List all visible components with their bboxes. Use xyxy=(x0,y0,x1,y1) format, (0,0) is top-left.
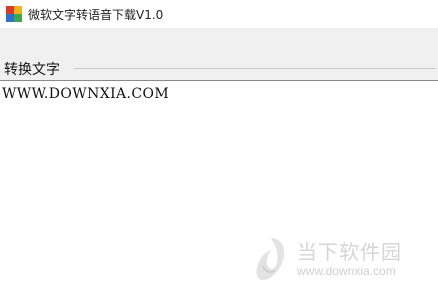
group-box-border xyxy=(74,68,436,69)
text-input-value[interactable]: WWW.DOWNXIA.COM xyxy=(2,86,169,102)
watermark-url: www.downxia.com xyxy=(297,264,396,278)
panel-divider xyxy=(0,80,438,81)
watermark: 当下软件园 www.downxia.com xyxy=(251,236,417,282)
downxia-logo-icon xyxy=(256,238,285,281)
app-icon xyxy=(6,6,22,22)
watermark-name: 当下软件园 xyxy=(297,240,402,264)
group-box-label: 转换文字 xyxy=(4,59,62,79)
window-title: 微软文字转语音下载V1.0 xyxy=(28,7,164,22)
header-panel xyxy=(0,28,438,81)
title-bar: 微软文字转语音下载V1.0 xyxy=(0,0,438,28)
